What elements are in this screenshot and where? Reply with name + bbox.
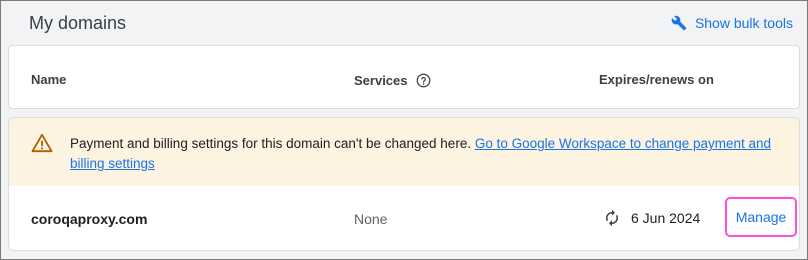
column-header-expires: Expires/renews on [599, 72, 714, 87]
banner-text: Payment and billing settings for this do… [70, 136, 475, 151]
column-header-services: Services [354, 73, 431, 88]
page-title: My domains [29, 13, 127, 33]
table-row: coroqaproxy.com None 6 Jun 2024 Manage [9, 186, 799, 250]
column-name-label: Name [31, 72, 67, 87]
wrench-icon [671, 15, 687, 31]
warning-icon [31, 133, 53, 153]
billing-warning-banner: Payment and billing settings for this do… [9, 118, 799, 186]
domain-expires: 6 Jun 2024 [603, 209, 700, 227]
help-circle-icon[interactable] [416, 73, 431, 88]
domain-card: Payment and billing settings for this do… [8, 117, 800, 251]
column-header-name: Name [31, 72, 66, 87]
autorenew-icon [603, 209, 621, 227]
manage-button[interactable]: Manage [725, 197, 797, 237]
domain-name: coroqaproxy.com [31, 211, 148, 227]
column-services-label: Services [354, 73, 408, 88]
show-bulk-tools-label: Show bulk tools [694, 15, 793, 31]
domain-services: None [354, 211, 388, 227]
banner-message: Payment and billing settings for this do… [70, 134, 790, 174]
show-bulk-tools-button[interactable]: Show bulk tools [671, 15, 793, 31]
column-expires-label: Expires/renews on [599, 72, 714, 87]
table-header: Name Services Expires/renews on [8, 45, 800, 109]
expires-date: 6 Jun 2024 [631, 210, 701, 226]
domains-panel: My domains Show bulk tools Name Services… [0, 0, 808, 260]
